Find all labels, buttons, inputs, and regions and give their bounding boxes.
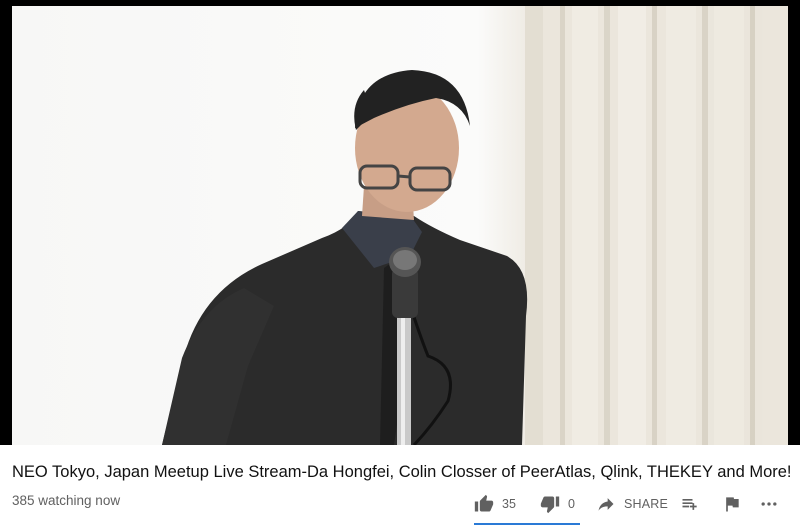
video-action-bar: 35 0 SHARE [474, 490, 792, 520]
video-title: NEO Tokyo, Japan Meetup Live Stream-Da H… [12, 463, 792, 481]
video-frame[interactable] [12, 6, 788, 445]
add-to-playlist-icon [680, 494, 700, 514]
dislike-count: 0 [568, 497, 575, 511]
share-label: SHARE [624, 497, 669, 511]
report-button[interactable] [722, 490, 742, 518]
viewer-count: 385 watching now [12, 493, 121, 508]
flag-icon [722, 494, 742, 514]
thumbs-up-icon [474, 494, 494, 514]
dislike-button[interactable]: 0 [540, 490, 575, 518]
share-arrow-icon [596, 494, 616, 514]
video-player[interactable] [0, 0, 800, 445]
like-count: 35 [502, 497, 516, 511]
more-actions-button[interactable] [758, 490, 780, 518]
video-frame-image [162, 6, 788, 445]
background-curtain [525, 6, 788, 445]
thumbs-down-icon [540, 494, 560, 514]
share-button[interactable]: SHARE [596, 490, 668, 518]
like-button[interactable]: 35 [474, 490, 516, 518]
more-horizontal-icon [758, 494, 780, 514]
add-to-playlist-button[interactable] [680, 490, 700, 518]
like-sentiment-bar [474, 523, 580, 525]
